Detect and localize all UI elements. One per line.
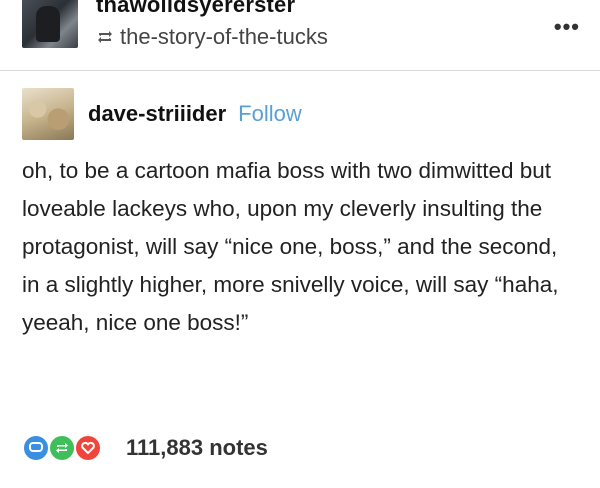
reblog-bubble-icon: [48, 434, 76, 462]
reply-icon: [22, 434, 50, 462]
post: dave-striiider Follow oh, to be a cartoo…: [22, 88, 582, 342]
notes-count[interactable]: 111,883 notes: [126, 435, 268, 461]
reblogger-username[interactable]: thawolldsyererster: [96, 0, 295, 18]
more-options-icon[interactable]: •••: [554, 14, 580, 40]
reblog-source-line: the-story-of-the-tucks: [96, 24, 328, 50]
reblog-header: thawolldsyererster the-story-of-the-tuck…: [0, 0, 600, 71]
avatar-figure: [36, 6, 60, 42]
reblog-source-link[interactable]: the-story-of-the-tucks: [120, 24, 328, 50]
reblog-icon: [96, 29, 114, 45]
post-header: dave-striiider Follow: [22, 88, 582, 140]
follow-button[interactable]: Follow: [238, 101, 302, 127]
notes-footer[interactable]: 111,883 notes: [22, 434, 268, 462]
note-icons: [22, 434, 116, 462]
heart-icon: [74, 434, 102, 462]
reblogger-avatar[interactable]: [22, 0, 78, 48]
post-author-avatar[interactable]: [22, 88, 74, 140]
post-author-username[interactable]: dave-striiider: [88, 101, 226, 127]
post-text: oh, to be a cartoon mafia boss with two …: [22, 158, 559, 335]
